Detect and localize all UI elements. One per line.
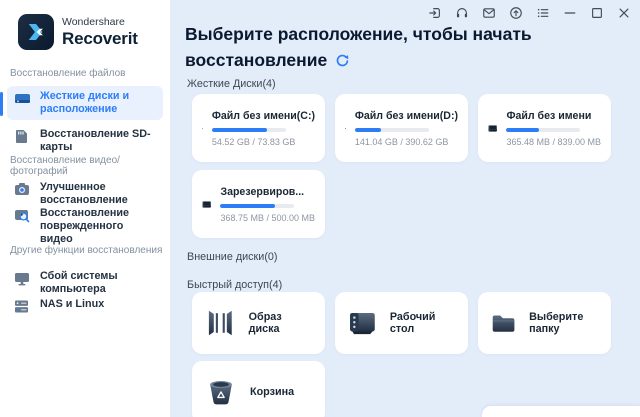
- drive-usage-fill: [212, 128, 267, 132]
- drive-usage-fill: [355, 128, 382, 132]
- sidebar-item-label: Восстановление поврежденного видео: [40, 207, 152, 246]
- drive-windows-icon: [202, 113, 203, 144]
- sd-card-icon: [14, 129, 32, 149]
- recoverit-window: Wondershare Recoverit Восстановление фай…: [0, 0, 640, 417]
- nas-server-icon: [14, 299, 32, 319]
- sidebar-item-sd-card[interactable]: Восстановление SD-карты: [7, 124, 163, 158]
- hard-drive-icon: [14, 91, 32, 111]
- sidebar-item-label: Жесткие диски и расположение: [40, 90, 148, 116]
- quick-access-select-folder[interactable]: Выберите папку: [478, 292, 611, 354]
- drive-card-reserved[interactable]: Зарезервиров... 368.75 MB / 500.00 MB: [192, 170, 325, 238]
- brand-company: Wondershare: [62, 17, 138, 28]
- sidebar-item-nas-linux[interactable]: NAS и Linux: [7, 294, 163, 323]
- drive-name: Файл без имени(C:): [212, 110, 315, 122]
- brand-product: Recoverit: [62, 30, 138, 47]
- drive-usage-bar: [355, 128, 429, 132]
- drive-card-unnamed[interactable]: Файл без имени 365.48 MB / 839.00 MB: [478, 94, 611, 162]
- sidebar-item-label: NAS и Linux: [40, 298, 104, 311]
- drive-capacity: 141.04 GB / 390.62 GB: [355, 137, 458, 147]
- sidebar-item-video-repair[interactable]: Восстановление поврежденного видео: [7, 203, 163, 250]
- quick-access-label: Рабочий стол: [390, 311, 456, 335]
- selected-indicator: [0, 92, 3, 116]
- computer-icon: [14, 271, 32, 291]
- refresh-icon[interactable]: [335, 49, 350, 75]
- page-title-text: Выберите расположение, чтобы начать восс…: [185, 24, 532, 70]
- drive-icon: [488, 113, 497, 144]
- drive-name: Файл без имени: [506, 110, 601, 122]
- disk-image-icon: [204, 308, 237, 338]
- drive-usage-fill: [220, 204, 275, 208]
- camera-icon: [14, 182, 32, 201]
- video-repair-icon: [14, 208, 32, 228]
- drive-name: Зарезервиров...: [220, 186, 315, 198]
- sidebar: Wondershare Recoverit Восстановление фай…: [0, 0, 170, 417]
- quick-access-section-label: Быстрый доступ(4): [187, 279, 282, 291]
- drive-capacity: 368.75 MB / 500.00 MB: [220, 213, 315, 223]
- main-content: Выберите расположение, чтобы начать восс…: [170, 0, 640, 417]
- drive-capacity: 54.52 GB / 73.83 GB: [212, 137, 315, 147]
- external-disks-section-label: Внешние диски(0): [187, 251, 278, 263]
- quick-access-label: Выберите папку: [529, 311, 599, 335]
- quick-access-recycle-bin[interactable]: Корзина: [192, 361, 325, 417]
- page-title: Выберите расположение, чтобы начать восс…: [185, 21, 577, 75]
- recoverit-logo-icon: [18, 14, 54, 50]
- folder-icon: [490, 308, 517, 338]
- drive-card-d[interactable]: Файл без имени(D:) 141.04 GB / 390.62 GB: [335, 94, 468, 162]
- drive-usage-fill: [506, 128, 539, 132]
- sidebar-item-label: Сбой системы компьютера: [40, 270, 159, 296]
- recycle-bin-icon: [204, 377, 238, 407]
- hard-disks-section-label: Жесткие Диски(4): [187, 78, 276, 90]
- quick-access-disk-image[interactable]: Образ диска: [192, 292, 325, 354]
- drive-card-c[interactable]: Файл без имени(C:) 54.52 GB / 73.83 GB: [192, 94, 325, 162]
- brand-text: Wondershare Recoverit: [62, 17, 138, 48]
- drive-usage-bar: [212, 128, 286, 132]
- app-logo: Wondershare Recoverit: [18, 14, 138, 50]
- quick-access-desktop[interactable]: Рабочий стол: [335, 292, 468, 354]
- quick-access-label: Корзина: [250, 386, 294, 398]
- drive-icon: [345, 113, 346, 144]
- sidebar-section-video-photo: Восстановление видео/фотографий: [10, 155, 170, 177]
- sidebar-item-label: Восстановление SD-карты: [40, 128, 159, 154]
- drive-usage-bar: [220, 204, 294, 208]
- sidebar-section-other-functions: Другие функции восстановления: [10, 245, 162, 256]
- drive-name: Файл без имени(D:): [355, 110, 458, 122]
- drive-capacity: 365.48 MB / 839.00 MB: [506, 137, 601, 147]
- sidebar-item-hard-drives[interactable]: Жесткие диски и расположение: [7, 86, 163, 120]
- drive-usage-bar: [506, 128, 580, 132]
- sidebar-section-file-recovery: Восстановление файлов: [10, 68, 125, 79]
- desktop-icon: [347, 308, 378, 338]
- drive-icon: [202, 189, 211, 220]
- bottom-right-panel: [482, 406, 640, 417]
- quick-access-label: Образ диска: [249, 311, 313, 335]
